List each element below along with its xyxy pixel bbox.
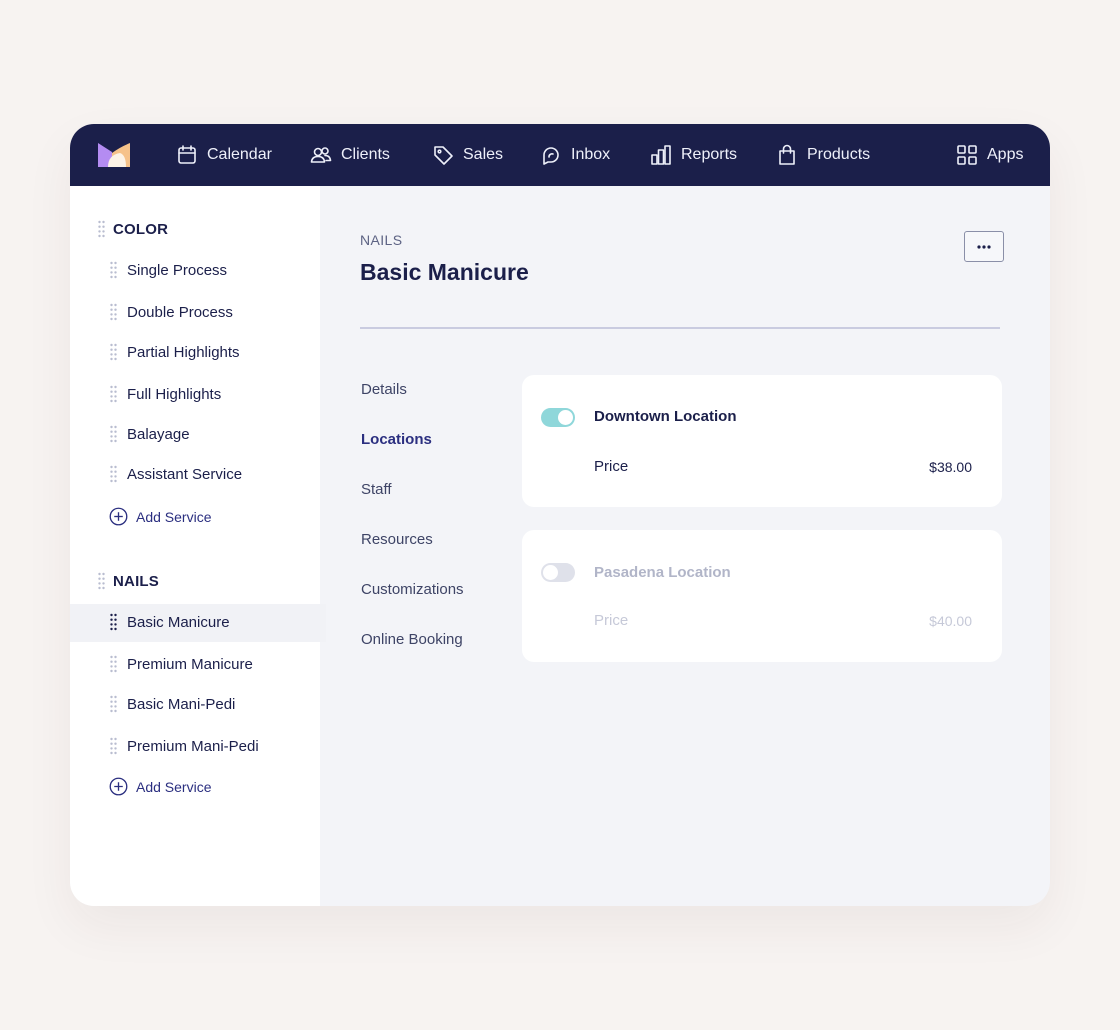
users-icon [310,147,332,163]
breadcrumb: NAILS [360,232,403,248]
nav-clients[interactable]: Clients [310,124,390,186]
location-card-downtown: Downtown Location Price $38.00 [522,375,1002,507]
location-name: Downtown Location [594,408,737,425]
chat-icon [543,147,559,165]
group-title: NAILS [113,572,159,590]
add-service-button-color[interactable]: Add Service [109,507,211,526]
nav-label: Clients [341,146,390,163]
price-label: Price [594,458,629,475]
toggle-knob [543,565,558,580]
price-label: Price [594,612,629,629]
bar-chart-icon [651,145,671,165]
drag-handle-icon[interactable] [110,303,117,321]
tab-locations[interactable]: Locations [361,431,432,448]
location-name: Pasadena Location [594,564,731,581]
tab-online-booking[interactable]: Online Booking [361,631,463,648]
header-divider [360,327,1000,329]
drag-handle-icon[interactable] [110,385,117,403]
tab-customizations[interactable]: Customizations [361,581,464,598]
drag-handle-icon[interactable] [110,613,117,631]
sidebar-item-partial-highlights[interactable]: Partial Highlights [110,343,240,361]
toggle-knob [558,410,573,425]
sidebar-item-premium-manicure[interactable]: Premium Manicure [110,655,253,673]
drag-handle-icon[interactable] [110,261,117,279]
plus-circle-icon [109,777,128,796]
more-options-button[interactable] [964,231,1004,262]
tab-staff[interactable]: Staff [361,481,392,498]
drag-handle-icon[interactable] [110,465,117,483]
brand-logo[interactable] [98,143,130,167]
tag-icon [434,146,453,165]
price-value: $38.00 [929,459,972,475]
plus-circle-icon [109,507,128,526]
nav-reports[interactable]: Reports [650,124,737,186]
service-label: Premium Mani-Pedi [127,737,259,755]
shopping-bag-icon [779,144,795,165]
add-service-label: Add Service [136,508,212,525]
nav-label: Calendar [207,146,272,163]
service-label: Balayage [127,425,190,443]
drag-handle-icon[interactable] [110,343,117,361]
sidebar-item-basic-mani-pedi[interactable]: Basic Mani-Pedi [110,695,235,713]
location-toggle[interactable] [541,408,575,427]
service-label: Basic Mani-Pedi [127,695,236,713]
tab-resources[interactable]: Resources [361,531,433,548]
nav-label: Reports [681,146,738,163]
add-service-label: Add Service [136,778,212,795]
sidebar-item-double-process[interactable]: Double Process [110,303,233,321]
nav-apps[interactable]: Apps [956,124,1023,186]
drag-handle-icon[interactable] [110,425,117,443]
add-service-button-nails[interactable]: Add Service [109,777,211,796]
location-card-pasadena: Pasadena Location Price $40.00 [522,530,1002,662]
nav-sales[interactable]: Sales [432,124,503,186]
sidebar-item-assistant-service[interactable]: Assistant Service [110,465,242,483]
drag-handle-icon[interactable] [98,572,105,590]
sidebar-item-balayage[interactable]: Balayage [110,425,190,443]
nav-inbox[interactable]: Inbox [540,124,610,186]
sidebar-item-premium-mani-pedi[interactable]: Premium Mani-Pedi [110,737,259,755]
group-title: COLOR [113,220,169,238]
nav-label: Apps [987,146,1024,163]
sidebar-item-full-highlights[interactable]: Full Highlights [110,385,221,403]
group-header-color[interactable]: COLOR [98,220,168,238]
service-label: Double Process [127,303,233,321]
top-navigation: Calendar Clients Sales Inbox Reports Pro… [70,124,1050,186]
ellipsis-icon [977,244,991,249]
service-label: Premium Manicure [127,655,253,673]
drag-handle-icon[interactable] [98,220,105,238]
nav-products[interactable]: Products [776,124,870,186]
services-sidebar: COLOR Single Process Double Process Part… [70,186,326,906]
sidebar-item-basic-manicure[interactable]: Basic Manicure [110,613,230,631]
drag-handle-icon[interactable] [110,695,117,713]
drag-handle-icon[interactable] [110,655,117,673]
nav-label: Inbox [571,146,611,163]
service-label: Full Highlights [127,385,222,403]
nav-calendar[interactable]: Calendar [176,124,272,186]
drag-handle-icon[interactable] [110,737,117,755]
calendar-icon [178,145,196,164]
location-toggle[interactable] [541,563,575,582]
service-label: Partial Highlights [127,343,240,361]
service-label: Single Process [127,261,228,279]
nav-label: Products [807,146,871,163]
tab-details[interactable]: Details [361,381,407,398]
price-value: $40.00 [929,613,972,629]
sidebar-item-single-process[interactable]: Single Process [110,261,227,279]
service-label: Assistant Service [127,465,243,483]
nav-label: Sales [463,146,504,163]
group-header-nails[interactable]: NAILS [98,572,159,590]
service-label: Basic Manicure [127,613,230,631]
page-title: Basic Manicure [360,259,529,285]
app-window: Calendar Clients Sales Inbox Reports Pro… [70,124,1050,906]
grid-icon [957,145,977,165]
